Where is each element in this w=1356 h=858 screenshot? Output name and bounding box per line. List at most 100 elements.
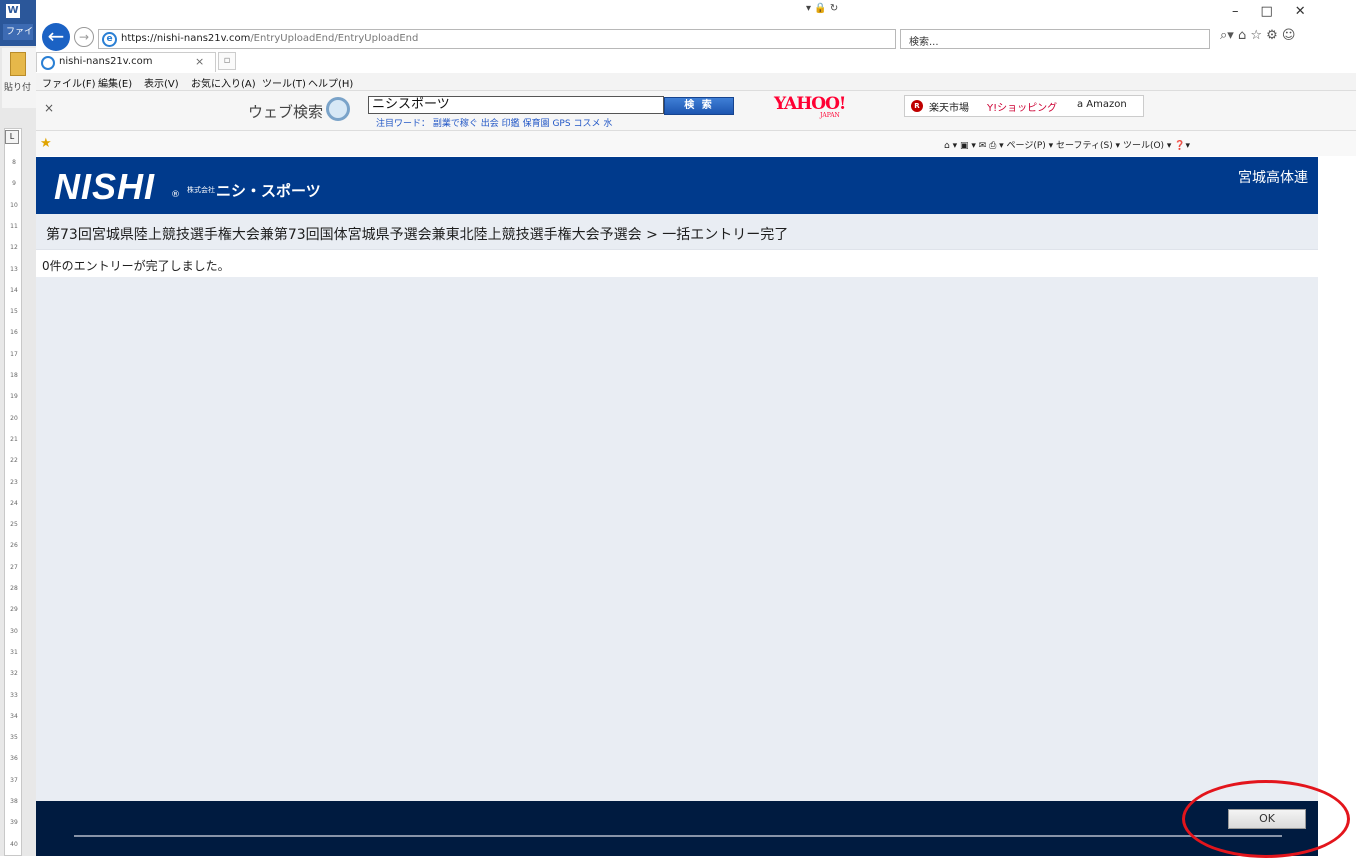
- menu-edit[interactable]: 編集(E): [98, 75, 132, 90]
- menu-view[interactable]: 表示(V): [144, 75, 179, 90]
- tab-active[interactable]: nishi-nans21v.com ×: [36, 52, 216, 72]
- web-search-button[interactable]: 検 索: [664, 97, 734, 115]
- breadcrumb-text: 第73回宮城県陸上競技選手権大会兼第73回国体宮城県予選会兼東北陸上競技選手権大…: [46, 227, 789, 243]
- forward-button[interactable]: →: [74, 27, 94, 47]
- company-name: ニシ・スポーツ: [216, 182, 321, 200]
- ruler-mark: 20: [10, 414, 18, 422]
- magnifier-icon: [326, 97, 350, 121]
- ruler-mark: 25: [10, 521, 18, 529]
- ie-icon: [41, 56, 55, 70]
- menu-file[interactable]: ファイル(F): [42, 75, 96, 90]
- nishi-logo: NISHI: [54, 166, 156, 207]
- yahoo-logo[interactable]: YAHOO!: [774, 94, 846, 114]
- ruler-mark: 18: [10, 372, 18, 379]
- ruler-mark: 22: [10, 457, 18, 465]
- ok-button[interactable]: OK: [1228, 809, 1306, 829]
- ruler-mark: 8: [12, 159, 16, 166]
- site-header: NISHI ® 株式会社 ニシ・スポーツ 宮城高体連: [36, 157, 1318, 214]
- ruler-mark: 9: [12, 180, 16, 188]
- result-message-row: 0件のエントリーが完了しました。: [36, 251, 1318, 277]
- ruler-mark: 12: [10, 244, 18, 252]
- tab-selector-icon[interactable]: L: [5, 130, 19, 144]
- breadcrumb: 第73回宮城県陸上競技選手権大会兼第73回国体宮城県予選会兼東北陸上競技選手権大…: [36, 214, 1318, 250]
- toolbar-close-icon[interactable]: ×: [44, 101, 54, 115]
- rakuten-icon: R: [911, 100, 923, 112]
- footer-divider: [74, 835, 1282, 837]
- ruler-mark: 19: [10, 393, 18, 401]
- ruler-mark: 38: [10, 798, 18, 805]
- menu-help[interactable]: ヘルプ(H): [308, 75, 353, 90]
- tab-title: nishi-nans21v.com: [59, 56, 153, 67]
- new-tab-button[interactable]: ▫: [218, 52, 236, 70]
- yahoo-shopping-link[interactable]: Y!ショッピング: [987, 99, 1057, 114]
- ruler-mark: 21: [10, 435, 18, 443]
- hot-words: 注目ワード： 副業で稼ぐ 出会 印鑑 保育園 GPS コスメ 水: [376, 116, 612, 129]
- hot-word-link[interactable]: コスメ: [573, 119, 600, 129]
- ruler-mark: 14: [10, 286, 18, 294]
- hot-word-link[interactable]: GPS: [552, 119, 570, 129]
- ruler-mark: 32: [10, 670, 18, 678]
- hot-word-link[interactable]: 出会: [481, 119, 499, 129]
- yahoo-logo-sub: JAPAN: [820, 112, 840, 119]
- company-prefix: 株式会社: [187, 186, 215, 194]
- word-vertical-ruler: 8 9 10 11 12 13 14 15 16 17 18 19 20 21 22 23 24 25 26 27 28…: [4, 128, 22, 856]
- word-file-tab[interactable]: ファイ: [3, 24, 33, 40]
- shopping-links: R 楽天市場 Y!ショッピング a Amazon: [904, 95, 1144, 117]
- hot-word-link[interactable]: 副業で稼ぐ: [433, 119, 478, 129]
- url-host: https://nishi-nans21v.com: [121, 33, 251, 44]
- menu-favorites[interactable]: お気に入り(A): [191, 75, 256, 90]
- command-bar: ★ ⌂ ▾ ▣ ▾ ✉ ⎙ ▾ ページ(P) ▾ セーフティ(S) ▾ ツール(…: [36, 131, 1356, 156]
- command-bar-items[interactable]: ⌂ ▾ ▣ ▾ ✉ ⎙ ▾ ページ(P) ▾ セーフティ(S) ▾ ツール(O)…: [944, 138, 1190, 151]
- clipboard-icon: [10, 52, 26, 76]
- ruler-mark: 29: [10, 606, 18, 614]
- ruler-mark: 35: [10, 734, 18, 742]
- ruler-mark: 26: [10, 542, 18, 550]
- window-controls[interactable]: –□✕: [1232, 4, 1328, 19]
- amazon-link[interactable]: a Amazon: [1077, 99, 1127, 110]
- web-search-input[interactable]: ニシスポーツ: [368, 96, 664, 114]
- ruler-mark: 31: [10, 648, 18, 656]
- result-message: 0件のエントリーが完了しました。: [42, 259, 230, 273]
- organization-name: 宮城高体連: [1238, 170, 1308, 186]
- browser-toolbar-icons[interactable]: ⌕▾ ⌂ ☆ ⚙ ☺: [1220, 28, 1295, 43]
- ruler-mark: 40: [10, 840, 18, 848]
- ruler-mark: 23: [10, 478, 18, 486]
- ruler-mark: 11: [10, 222, 18, 230]
- menu-tools[interactable]: ツール(T): [262, 75, 306, 90]
- ruler-mark: 15: [10, 308, 18, 316]
- back-button[interactable]: ←: [42, 23, 70, 51]
- ie-browser-window: ← → e https://nishi-nans21v.com/EntryUpl…: [36, 0, 1356, 858]
- ruler-mark: 39: [10, 819, 18, 827]
- ruler-mark: 28: [10, 585, 18, 592]
- hot-word-link[interactable]: 保育園: [523, 119, 550, 129]
- browser-search-input[interactable]: 検索...: [900, 29, 1210, 49]
- registered-mark: ®: [171, 190, 180, 200]
- search-placeholder: 検索...: [909, 37, 939, 48]
- favorites-star-icon[interactable]: ★: [40, 136, 52, 151]
- ruler-mark: 13: [10, 265, 18, 273]
- address-tools[interactable]: ▾ 🔒 ↻: [806, 3, 838, 14]
- hot-word-link[interactable]: 水: [603, 119, 612, 129]
- ruler-mark: 33: [10, 691, 18, 699]
- ruler-mark: 16: [10, 329, 18, 337]
- ie-icon: e: [102, 32, 117, 47]
- ruler-mark: 24: [10, 499, 18, 507]
- tab-close-icon[interactable]: ×: [195, 55, 204, 68]
- hot-words-label: 注目ワード：: [376, 119, 431, 129]
- ruler-mark: 34: [10, 712, 18, 720]
- hot-word-link[interactable]: 印鑑: [502, 119, 520, 129]
- rakuten-link[interactable]: 楽天市場: [929, 99, 969, 114]
- address-bar[interactable]: e https://nishi-nans21v.com/EntryUploadE…: [98, 29, 896, 49]
- ruler-mark: 37: [10, 776, 18, 784]
- word-app-icon: W: [6, 4, 20, 18]
- web-search-label: ウェブ検索: [248, 103, 324, 121]
- search-toolbar: × ウェブ検索 ニシスポーツ 検 索 注目ワード： 副業で稼ぐ 出会 印鑑 保育…: [36, 91, 1356, 131]
- url-text[interactable]: https://nishi-nans21v.com/EntryUploadEnd…: [121, 33, 418, 44]
- ruler-mark: 30: [10, 627, 18, 635]
- right-margin: [1318, 157, 1356, 856]
- ruler-mark: 27: [10, 563, 18, 571]
- page-footer: [36, 801, 1318, 856]
- content-area: [36, 277, 1318, 801]
- url-path: /EntryUploadEnd/EntryUploadEnd: [250, 33, 419, 44]
- ruler-mark: 10: [10, 201, 18, 209]
